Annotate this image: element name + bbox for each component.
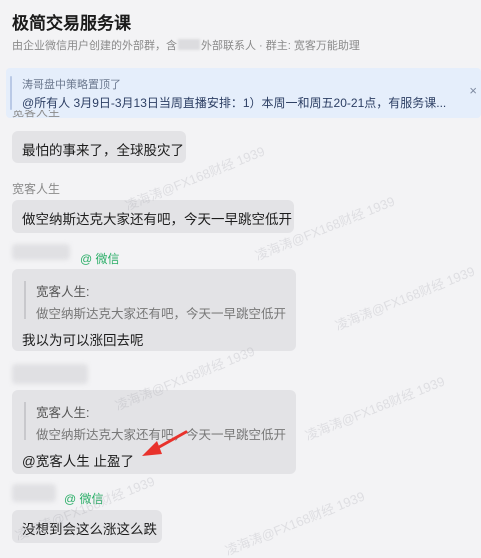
- arrow-head: [142, 441, 162, 456]
- red-arrow-annotation: [142, 430, 188, 456]
- chat-window: 极简交易服务课 由企业微信用户创建的外部群，含 外部联系人 · 群主: 宽客万能助…: [0, 0, 481, 558]
